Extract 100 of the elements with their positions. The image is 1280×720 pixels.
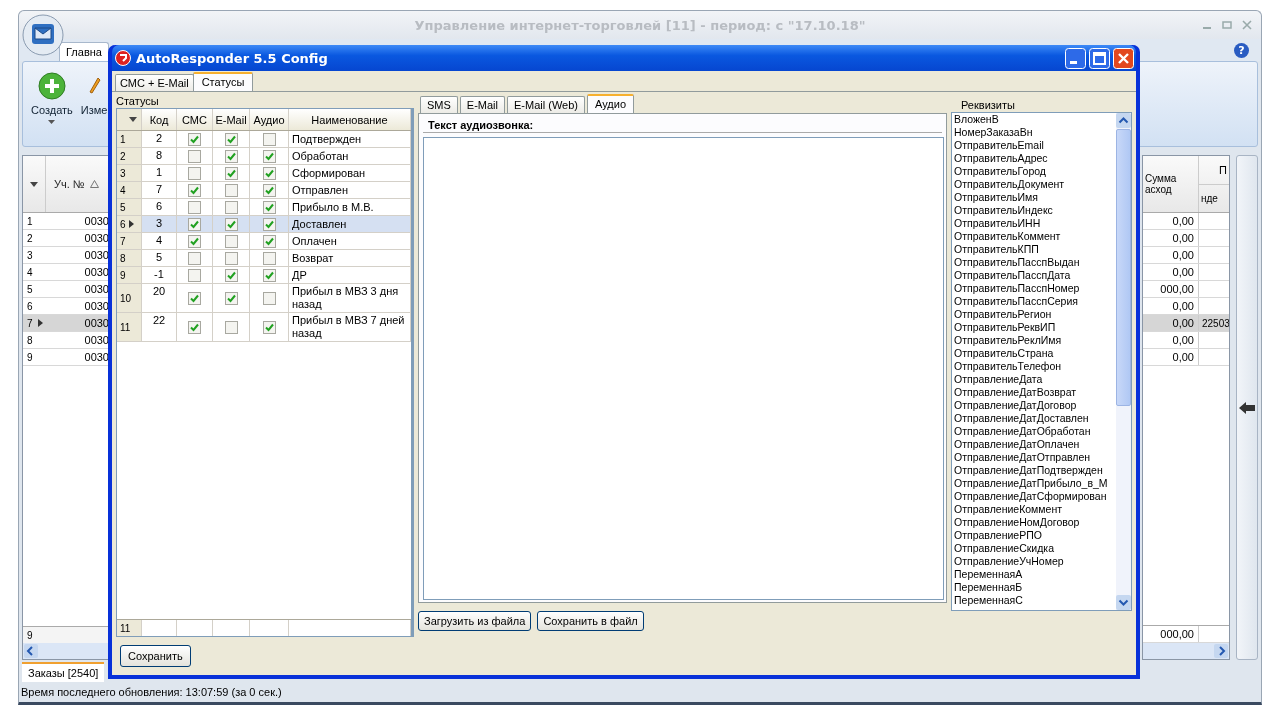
checkbox[interactable]: [224, 149, 238, 163]
checkbox[interactable]: [224, 217, 238, 231]
list-item[interactable]: ОтправительСтрана: [952, 347, 1116, 360]
help-button[interactable]: ?: [1234, 42, 1249, 58]
table-row[interactable]: 6 3 Доставлен: [117, 216, 411, 233]
maximize-icon[interactable]: [1089, 47, 1110, 69]
checkbox[interactable]: [262, 291, 276, 305]
file-button[interactable]: Сохранить в файл: [537, 611, 644, 631]
checkbox[interactable]: [224, 268, 238, 282]
ribbon-tab[interactable]: Главна: [59, 42, 109, 61]
table-row[interactable]: 7 0030: [23, 315, 109, 332]
checkbox[interactable]: [188, 268, 201, 282]
table-row[interactable]: 3 1 Сформирован: [117, 165, 411, 182]
checkbox[interactable]: [188, 291, 201, 305]
column-header[interactable]: Аудио: [250, 109, 289, 130]
close-icon[interactable]: [1241, 19, 1253, 31]
list-item[interactable]: ПеременнаяС: [952, 594, 1116, 607]
list-item[interactable]: НомерЗаказаВн: [952, 126, 1116, 139]
list-item[interactable]: ОтправительПасспВыдан: [952, 256, 1116, 269]
checkbox[interactable]: [262, 200, 276, 214]
list-item[interactable]: ОтправлениеКоммент: [952, 503, 1116, 516]
tab[interactable]: E-Mail: [459, 96, 505, 113]
list-item[interactable]: ПеременнаяА: [952, 568, 1116, 581]
table-row[interactable]: 8 5 Возврат: [117, 250, 411, 267]
list-item[interactable]: ОтправлениеДатОплачен: [952, 438, 1116, 451]
table-row[interactable]: 2 8 Обработан: [117, 148, 411, 165]
checkbox[interactable]: [262, 166, 276, 180]
checkbox[interactable]: [224, 200, 238, 214]
tab[interactable]: SMS: [420, 96, 458, 113]
checkbox[interactable]: [224, 291, 238, 305]
document-tab[interactable]: Заказы [2540]: [22, 662, 105, 682]
checkbox[interactable]: [188, 166, 201, 180]
ribbon-button[interactable]: Создать: [29, 70, 75, 126]
list-item[interactable]: ОтправительГород: [952, 165, 1116, 178]
column-header[interactable]: Сумма асход: [1143, 156, 1199, 212]
checkbox[interactable]: [224, 132, 238, 146]
list-item[interactable]: ВложенВ: [952, 113, 1116, 126]
checkbox[interactable]: [262, 132, 276, 146]
list-item[interactable]: ОтправительДокумент: [952, 178, 1116, 191]
list-item[interactable]: ОтправлениеДатОбработан: [952, 425, 1116, 438]
checkbox[interactable]: [262, 320, 276, 334]
list-item[interactable]: ОтправлениеРПО: [952, 529, 1116, 542]
list-item[interactable]: ОтправительИндекс: [952, 204, 1116, 217]
tab[interactable]: E-Mail (Web): [507, 96, 585, 113]
table-row[interactable]: 9 -1 ДР: [117, 267, 411, 284]
table-row[interactable]: 1 2 Подтвержден: [117, 131, 411, 148]
checkbox[interactable]: [224, 320, 238, 334]
tab[interactable]: Статусы: [192, 72, 254, 91]
scrollbar[interactable]: [23, 643, 109, 659]
list-item[interactable]: ОтправительТелефон: [952, 360, 1116, 373]
list-item[interactable]: ОтправлениеУчНомер: [952, 555, 1116, 568]
list-item[interactable]: ОтправительПасспНомер: [952, 282, 1116, 295]
scroll-left-icon[interactable]: [24, 644, 38, 658]
checkbox[interactable]: [262, 183, 276, 197]
checkbox[interactable]: [188, 149, 201, 163]
scroll-right-icon[interactable]: [1214, 644, 1228, 658]
sort-dropdown-icon[interactable]: [30, 181, 38, 187]
checkbox[interactable]: [262, 234, 276, 248]
list-item[interactable]: ОтправительПасспСерия: [952, 295, 1116, 308]
column-header[interactable]: Наименование: [289, 109, 411, 130]
scroll-up-icon[interactable]: [1116, 113, 1131, 128]
list-item[interactable]: ОтправительКПП: [952, 243, 1116, 256]
checkbox[interactable]: [262, 149, 276, 163]
checkbox[interactable]: [188, 320, 201, 334]
list-item[interactable]: ОтправительИНН: [952, 217, 1116, 230]
checkbox[interactable]: [224, 234, 238, 248]
list-item[interactable]: ПеременнаяБ: [952, 581, 1116, 594]
tab[interactable]: СМС + E-Mail: [115, 74, 194, 91]
list-item[interactable]: ОтправлениеДата: [952, 373, 1116, 386]
checkbox[interactable]: [188, 132, 201, 146]
checkbox[interactable]: [188, 234, 201, 248]
column-header[interactable]: Уч. №: [46, 178, 85, 190]
list-item[interactable]: ОтправительАдрес: [952, 152, 1116, 165]
save-button[interactable]: Сохранить: [120, 645, 191, 667]
list-item[interactable]: ОтправлениеДатПрибыло_в_М: [952, 477, 1116, 490]
list-item[interactable]: ОтправительКоммент: [952, 230, 1116, 243]
checkbox[interactable]: [188, 251, 201, 265]
tab[interactable]: Аудио: [587, 94, 635, 113]
checkbox[interactable]: [224, 251, 238, 265]
checkbox[interactable]: [262, 268, 276, 282]
scroll-thumb[interactable]: [1116, 129, 1131, 406]
list-item[interactable]: ОтправлениеДатВозврат: [952, 386, 1116, 399]
table-row[interactable]: 7 4 Оплачен: [117, 233, 411, 250]
column-header[interactable]: СМС: [177, 109, 213, 130]
file-button[interactable]: Загрузить из файла: [418, 611, 532, 631]
scrollbar[interactable]: [1116, 113, 1131, 610]
list-item[interactable]: ОтправлениеДатОтправлен: [952, 451, 1116, 464]
scroll-down-icon[interactable]: [1116, 595, 1131, 610]
maximize-icon[interactable]: [1221, 19, 1233, 31]
left-arrow-icon[interactable]: [1239, 401, 1255, 414]
table-row[interactable]: 11 22 Прибыл в МВЗ 7 дней назад: [117, 313, 411, 342]
list-item[interactable]: ОтправительИмя: [952, 191, 1116, 204]
list-item[interactable]: ОтправлениеДатДоставлен: [952, 412, 1116, 425]
list-item[interactable]: ОтправлениеДатДоговор: [952, 399, 1116, 412]
checkbox[interactable]: [188, 217, 201, 231]
minimize-icon[interactable]: [1065, 47, 1086, 69]
checkbox[interactable]: [224, 166, 238, 180]
list-item[interactable]: ОтправлениеДатПодтвержден: [952, 464, 1116, 477]
list-item[interactable]: ОтправительПасспДата: [952, 269, 1116, 282]
column-header[interactable]: E-Mail: [213, 109, 250, 130]
